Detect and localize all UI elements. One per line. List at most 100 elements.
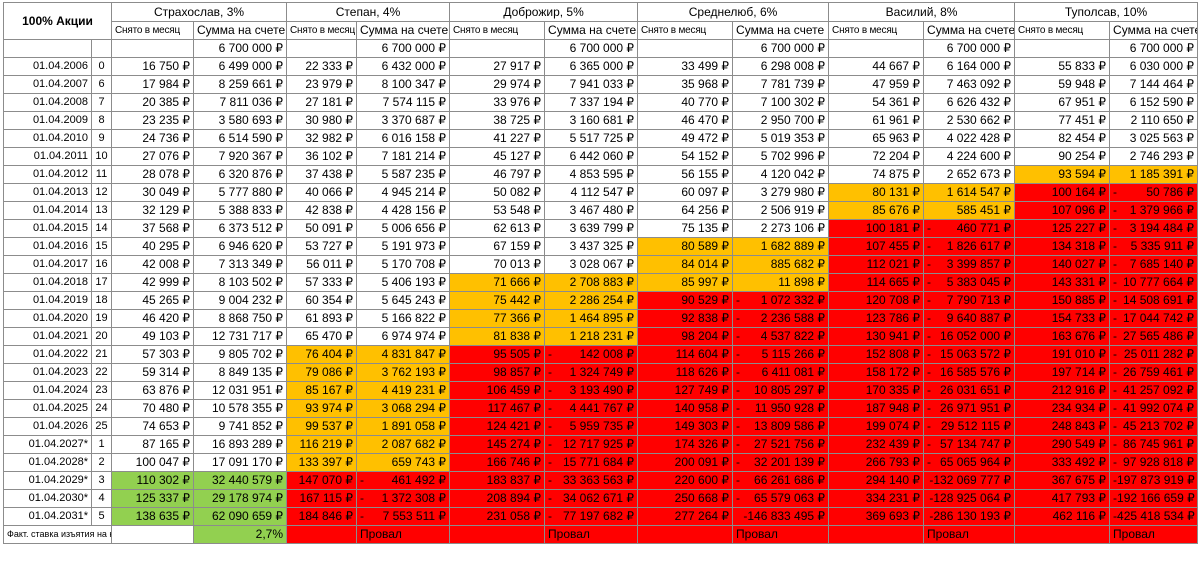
withdrawn-cell: 184 846 ₽ bbox=[286, 507, 358, 526]
balance-value: 9 640 887 ₽ bbox=[946, 311, 1012, 325]
negative-sign: - bbox=[1113, 257, 1118, 271]
negative-sign: - bbox=[548, 437, 553, 451]
year-index-cell: 5 bbox=[90, 507, 113, 526]
negative-sign: - bbox=[927, 401, 932, 415]
balance-cell: -5 335 911 ₽ bbox=[1109, 237, 1199, 256]
balance-cell: 6 030 000 ₽ bbox=[1109, 57, 1199, 76]
balance-cell: 7 100 302 ₽ bbox=[732, 93, 830, 112]
balance-cell: -425 418 534 ₽ bbox=[1109, 507, 1199, 526]
date-cell: 01.04.2007 bbox=[3, 75, 92, 94]
withdrawn-cell: 134 318 ₽ bbox=[1014, 237, 1111, 256]
balance-value: 50 786 ₽ bbox=[1146, 185, 1195, 199]
withdrawn-cell: 170 335 ₽ bbox=[828, 381, 925, 400]
balance-cell: 7 463 092 ₽ bbox=[923, 75, 1016, 94]
balance-cell: -132 069 777 ₽ bbox=[923, 471, 1016, 490]
final-rate-cell: Провал bbox=[923, 525, 1016, 544]
balance-cell: 8 849 135 ₽ bbox=[193, 363, 288, 382]
balance-cell: 12 031 951 ₽ bbox=[193, 381, 288, 400]
balance-cell: 4 120 042 ₽ bbox=[732, 165, 830, 184]
withdrawn-cell: 294 140 ₽ bbox=[828, 471, 925, 490]
withdrawn-cell: 47 959 ₽ bbox=[828, 75, 925, 94]
balance-value: 10 777 664 ₽ bbox=[1123, 275, 1195, 289]
balance-cell: 5 702 996 ₽ bbox=[732, 147, 830, 166]
withdrawn-cell: 166 746 ₽ bbox=[449, 453, 546, 472]
year-index-cell: 10 bbox=[90, 147, 113, 166]
date-cell: 01.04.2026 bbox=[3, 417, 92, 436]
withdrawn-cell: 120 708 ₽ bbox=[828, 291, 925, 310]
balance-value: 29 512 115 ₽ bbox=[940, 419, 1012, 433]
balance-cell: 8 103 502 ₽ bbox=[193, 273, 288, 292]
date-cell: 01.04.2028* bbox=[3, 453, 92, 472]
withdrawn-cell: 17 984 ₽ bbox=[111, 75, 195, 94]
withdrawn-column-header: Снято в месяц bbox=[111, 21, 195, 40]
date-cell: 01.04.2030* bbox=[3, 489, 92, 508]
date-cell: 01.04.2029* bbox=[3, 471, 92, 490]
withdrawn-cell: 40 295 ₽ bbox=[111, 237, 195, 256]
balance-cell: -13 809 586 ₽ bbox=[732, 417, 830, 436]
balance-cell: 7 144 464 ₽ bbox=[1109, 75, 1199, 94]
balance-cell: 9 004 232 ₽ bbox=[193, 291, 288, 310]
balance-cell: -77 197 682 ₽ bbox=[544, 507, 639, 526]
balance-cell: -1 379 966 ₽ bbox=[1109, 201, 1199, 220]
withdrawn-cell: 22 333 ₽ bbox=[286, 57, 358, 76]
withdrawn-cell: 87 165 ₽ bbox=[111, 435, 195, 454]
withdrawn-cell: 64 256 ₽ bbox=[637, 201, 734, 220]
year-index-cell: 3 bbox=[90, 471, 113, 490]
withdrawn-cell: 187 948 ₽ bbox=[828, 399, 925, 418]
balance-cell: -32 201 139 ₽ bbox=[732, 453, 830, 472]
initial-withdrawn-cell bbox=[1014, 39, 1111, 58]
negative-sign: - bbox=[927, 329, 932, 343]
table-row: 01.04.2011 10 27 076 ₽7 920 367 ₽36 102 ₽7… bbox=[3, 147, 1199, 166]
table-row: 01.04.2020 19 46 420 ₽8 868 750 ₽61 893 ₽5… bbox=[3, 309, 1199, 328]
year-index-cell: 25 bbox=[90, 417, 113, 436]
withdrawn-cell: 50 082 ₽ bbox=[449, 183, 546, 202]
balance-cell: 16 893 289 ₽ bbox=[193, 435, 288, 454]
withdrawn-cell: 114 665 ₽ bbox=[828, 273, 925, 292]
withdrawn-cell: 30 049 ₽ bbox=[111, 183, 195, 202]
final-rate-cell: Провал bbox=[1109, 525, 1199, 544]
balance-cell: -41 992 074 ₽ bbox=[1109, 399, 1199, 418]
balance-cell: 3 160 681 ₽ bbox=[544, 111, 639, 130]
negative-sign: - bbox=[1113, 455, 1118, 469]
year-index-cell: 1 bbox=[90, 435, 113, 454]
balance-cell: -15 771 684 ₽ bbox=[544, 453, 639, 472]
balance-value: 1 826 617 ₽ bbox=[946, 239, 1012, 253]
balance-cell: - 1 372 308 ₽ bbox=[356, 489, 451, 508]
withdrawn-cell: 208 894 ₽ bbox=[449, 489, 546, 508]
table-row: 01.04.2007 6 17 984 ₽8 259 661 ₽23 979 ₽8 … bbox=[3, 75, 1199, 94]
table-row: 01.04.2031* 5 138 635 ₽62 090 659 ₽184 846… bbox=[3, 507, 1199, 526]
balance-cell: 2 708 883 ₽ bbox=[544, 273, 639, 292]
balance-cell: 6 442 060 ₽ bbox=[544, 147, 639, 166]
balance-value: 1 379 966 ₽ bbox=[1129, 203, 1195, 217]
negative-sign: - bbox=[548, 365, 553, 379]
withdrawn-cell: 124 421 ₽ bbox=[449, 417, 546, 436]
initial-balance-cell: 6 700 000 ₽ bbox=[193, 39, 288, 58]
balance-cell: -26 759 461 ₽ bbox=[1109, 363, 1199, 382]
balance-cell: -65 065 964 ₽ bbox=[923, 453, 1016, 472]
withdrawn-cell: 333 492 ₽ bbox=[1014, 453, 1111, 472]
year-index-cell: 2 bbox=[90, 453, 113, 472]
negative-sign: - bbox=[927, 455, 932, 469]
balance-cell: 2 110 650 ₽ bbox=[1109, 111, 1199, 130]
balance-column-header: Сумма на счете bbox=[923, 21, 1016, 40]
balance-cell: 8 100 347 ₽ bbox=[356, 75, 451, 94]
withdrawn-cell: 133 397 ₽ bbox=[286, 453, 358, 472]
withdrawn-cell: 149 303 ₽ bbox=[637, 417, 734, 436]
negative-sign: - bbox=[548, 455, 553, 469]
withdrawn-cell: 56 155 ₽ bbox=[637, 165, 734, 184]
initial-balance-cell: 6 700 000 ₽ bbox=[1109, 39, 1199, 58]
withdrawn-cell: 59 314 ₽ bbox=[111, 363, 195, 382]
balance-cell: -192 166 659 ₽ bbox=[1109, 489, 1199, 508]
withdrawn-cell: 46 797 ₽ bbox=[449, 165, 546, 184]
withdrawn-cell: 61 961 ₽ bbox=[828, 111, 925, 130]
date-cell: 01.04.2014 bbox=[3, 201, 92, 220]
withdrawn-cell: 37 438 ₽ bbox=[286, 165, 358, 184]
negative-sign: - bbox=[1113, 185, 1118, 199]
balance-value: 11 950 928 ₽ bbox=[754, 401, 826, 415]
balance-cell: -45 213 702 ₽ bbox=[1109, 417, 1199, 436]
balance-value: 3 193 490 ₽ bbox=[569, 383, 635, 397]
balance-column-header: Сумма на счете bbox=[732, 21, 830, 40]
balance-value: 142 008 ₽ bbox=[579, 347, 635, 361]
balance-cell: 4 853 595 ₽ bbox=[544, 165, 639, 184]
balance-cell: 4 224 600 ₽ bbox=[923, 147, 1016, 166]
